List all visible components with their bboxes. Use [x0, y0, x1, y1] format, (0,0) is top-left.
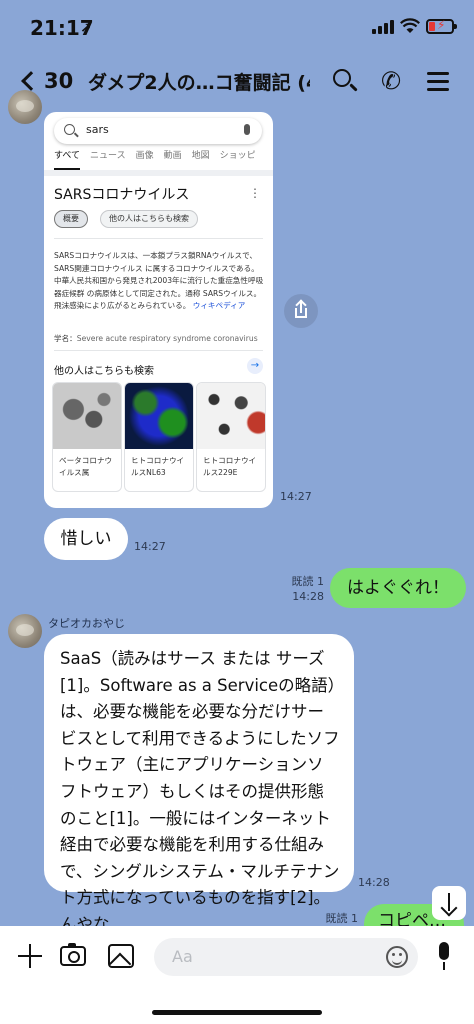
mic-icon [244, 124, 250, 135]
chip-also-searched: 他の人はこちらも検索 [100, 210, 198, 228]
message-timestamp: 14:28 [358, 876, 390, 889]
location-arrow-icon: ➚ [80, 18, 93, 36]
divider [44, 170, 273, 176]
camera-icon[interactable] [60, 943, 86, 966]
mic-icon[interactable] [434, 942, 454, 972]
scientific-label: 学名： [54, 334, 77, 343]
tab-shopping: ショッピ [219, 151, 256, 161]
chevron-left-icon [21, 71, 41, 91]
related-card-label: ベータコロナウイルス属 [59, 456, 113, 477]
related-card-label: ヒトコロナウイルスNL63 [131, 456, 185, 477]
knowledge-description: SARSコロナウイルスは、一本鎖プラス鎖RNAウイルスで、SARS関連コロナウイ… [54, 250, 266, 313]
image-icon[interactable] [108, 944, 134, 968]
related-card-label: ヒトコロナウイルス229E [203, 456, 257, 477]
more-vert-icon: ⋮ [249, 186, 261, 200]
google-search-box: sars [54, 118, 262, 144]
message-timestamp: 14:27 [134, 540, 166, 553]
tab-maps: 地図 [191, 151, 210, 161]
message-input[interactable]: Aa [154, 938, 418, 976]
also-searched-heading: 他の人はこちらも検索 [54, 366, 154, 377]
virus-micrograph-image [53, 383, 121, 449]
tab-all: すべて [54, 148, 81, 170]
tab-videos: 動画 [163, 151, 182, 161]
tab-images: 画像 [135, 151, 154, 161]
read-receipt: 既読 1 [291, 575, 325, 588]
message-input-placeholder: Aa [172, 947, 193, 966]
search-query: sars [86, 123, 109, 136]
chip-overview: 概要 [54, 210, 88, 228]
related-card: ヒトコロナウイルス229E [196, 382, 266, 492]
divider [54, 238, 263, 239]
arrow-right-icon: → [247, 358, 263, 374]
image-message[interactable]: sars すべて ニュース 画像 動画 地図 ショッピ SARSコロナウイルス … [44, 112, 273, 508]
google-tabs: すべて ニュース 画像 動画 地図 ショッピ [44, 148, 273, 170]
message-timestamp: 14:27 [280, 490, 312, 503]
phone-icon[interactable]: ✆ [376, 66, 406, 96]
unread-count: 30 [44, 69, 74, 93]
read-receipt: 既読 1 [325, 912, 359, 925]
message-bubble[interactable]: 惜しい [44, 518, 128, 560]
scientific-name: 学名：Severe acute respiratory syndrome cor… [54, 333, 258, 344]
wikipedia-link: ウィキペディア [192, 301, 246, 310]
knowledge-title: SARSコロナウイルス [54, 187, 190, 203]
avatar[interactable] [8, 90, 42, 124]
related-card: ヒトコロナウイルスNL63 [124, 382, 194, 492]
search-icon[interactable] [330, 66, 360, 96]
virus-micrograph-image [197, 383, 265, 449]
plus-icon[interactable] [16, 942, 44, 970]
battery-low-charging-icon: ⚡ [426, 18, 457, 34]
chat-title[interactable]: ダメプ2人の…コ奮闘記 (4) [88, 68, 310, 95]
related-card: ベータコロナウイルス属 [52, 382, 122, 492]
scroll-to-bottom-button[interactable] [432, 886, 466, 920]
input-bar: Aa [0, 926, 474, 1024]
share-button[interactable] [284, 294, 318, 328]
cellular-signal-icon [372, 20, 394, 34]
wifi-icon [400, 18, 420, 33]
avatar[interactable] [8, 614, 42, 648]
scientific-value: Severe acute respiratory syndrome corona… [76, 334, 258, 343]
sender-name: タピオカおやじ [48, 617, 125, 630]
message-timestamp: 14:28 [292, 590, 324, 603]
status-bar: 21:17 ➚ ⚡ [0, 0, 474, 56]
chat-header: 30 ダメプ2人の…コ奮闘記 (4) ✆ [0, 56, 474, 104]
divider [54, 350, 263, 351]
virus-micrograph-image [125, 383, 193, 449]
search-icon [64, 124, 75, 135]
menu-icon[interactable] [424, 66, 454, 96]
message-bubble[interactable]: はよぐぐれ！ [330, 568, 466, 608]
home-indicator [152, 1010, 322, 1015]
message-bubble[interactable]: SaaS（読みはサース または サーズ[1]。Software as a Ser… [44, 634, 354, 934]
emoji-icon[interactable] [386, 946, 408, 968]
tab-news: ニュース [90, 151, 126, 161]
